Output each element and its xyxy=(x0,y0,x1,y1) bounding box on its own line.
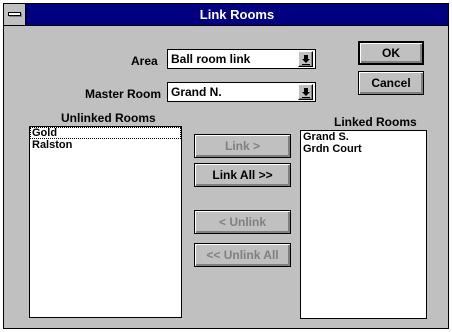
list-item[interactable]: Grand S. xyxy=(301,131,426,143)
cancel-button[interactable]: Cancel xyxy=(358,71,424,95)
master-room-label: Master Room xyxy=(85,87,162,101)
title-bar: Link Rooms xyxy=(4,4,448,26)
area-dropdown-button[interactable] xyxy=(298,51,313,67)
area-select[interactable]: Ball room link xyxy=(167,49,316,69)
system-menu-icon[interactable] xyxy=(4,4,26,25)
ok-button[interactable]: OK xyxy=(358,41,424,65)
master-room-select[interactable]: Grand N. xyxy=(167,82,316,102)
list-item[interactable]: Gold xyxy=(30,127,181,139)
area-value: Ball room link xyxy=(171,52,251,66)
linked-rooms-label: Linked Rooms xyxy=(334,115,417,129)
link-rooms-dialog: Link Rooms Area Ball room link Master Ro… xyxy=(3,3,449,329)
unlinked-rooms-list[interactable]: Gold Ralston xyxy=(29,126,182,318)
link-all-button[interactable]: Link All >> xyxy=(194,163,291,187)
list-item[interactable]: Ralston xyxy=(30,139,181,151)
chevron-down-icon xyxy=(301,54,311,65)
unlink-all-button[interactable]: << Unlink All xyxy=(194,243,291,267)
window-title: Link Rooms xyxy=(199,7,275,22)
master-room-dropdown-button[interactable] xyxy=(298,84,313,100)
unlinked-rooms-label: Unlinked Rooms xyxy=(61,111,156,125)
link-button[interactable]: Link > xyxy=(194,134,291,158)
chevron-down-icon xyxy=(301,87,311,98)
area-label: Area xyxy=(131,54,158,68)
unlink-button[interactable]: < Unlink xyxy=(194,210,291,234)
master-room-value: Grand N. xyxy=(171,85,222,99)
list-item[interactable]: Grdn Court xyxy=(301,143,426,155)
linked-rooms-list[interactable]: Grand S. Grdn Court xyxy=(300,130,427,319)
